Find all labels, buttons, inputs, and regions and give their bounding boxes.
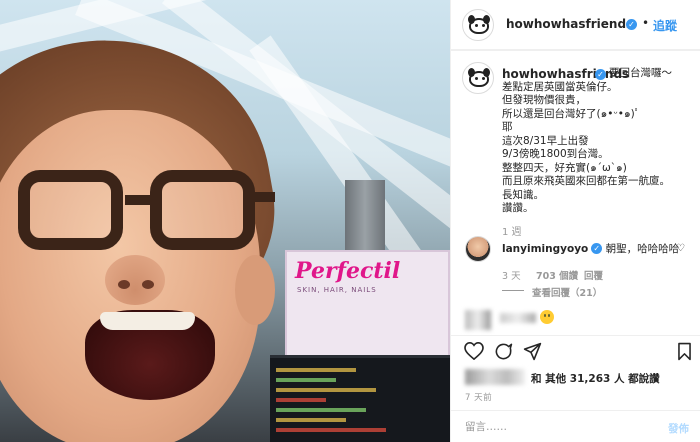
advert-banner: Perfectil SKIN, HAIR, NAILS [285,250,450,365]
dog-logo-icon [468,15,490,34]
nostril [142,280,154,289]
caption-line: 讚讚。 [502,202,534,214]
blurred-comment-text [500,313,536,323]
caption-line: 差點定居英國當英倫仔。 [502,80,618,93]
caption-line: 整整四天，好充實(๑´ω`๑) [502,161,627,174]
banner-subtitle: SKIN, HAIR, NAILS [297,286,377,294]
post-comment-button[interactable]: 發佈 [668,421,689,436]
share-icon[interactable] [523,342,542,361]
verified-badge-icon: ✓ [591,243,603,254]
commenter-avatar[interactable] [465,236,491,262]
caption-line: 這次8/31早上出發 [502,134,589,147]
verified-badge-icon: ✓ [626,19,637,30]
nostril [118,280,130,289]
likes-count[interactable]: 和 其他 31,263 人 都說讚 [531,371,660,386]
comment-reply-button[interactable]: 回覆 [584,268,603,282]
dog-logo-icon [468,68,490,87]
comment-text: 朝聖，哈哈哈哈 [602,243,680,255]
board-row [276,378,336,382]
board-row [276,368,356,372]
board-row [276,408,366,412]
board-row [276,398,326,402]
caption-line: 但發現物價很貴， [502,94,586,106]
glasses-bridge [125,195,155,205]
commenter-username[interactable]: lanyimingyoyo [502,243,588,255]
glasses-right-lens [150,170,255,250]
board-row [276,418,346,422]
comment-input[interactable] [465,418,655,436]
header-divider [450,50,700,51]
comment-likes[interactable]: 703 個讚 [536,268,578,282]
comment-icon[interactable] [494,342,513,361]
caption-timestamp[interactable]: 1 週 [502,223,522,238]
smile-emoji-icon [540,310,554,324]
view-replies-button[interactable]: 查看回覆（21） [532,285,602,299]
post-photo[interactable]: Perfectil SKIN, HAIR, NAILS [0,0,450,442]
view-replies-line [502,290,524,291]
author-avatar[interactable] [462,9,494,41]
caption-line: 而且原來飛英國來回都在第一航廈。 [502,175,670,187]
action-bar-divider [450,335,700,336]
caption-line: 耶 [502,121,513,133]
nose [105,255,165,305]
board-row [276,388,376,392]
bookmark-icon[interactable] [677,342,692,361]
blurred-liker-avatars [465,369,525,385]
glasses-left-lens [18,170,123,250]
departure-board [270,355,450,442]
separator-dot: • [642,16,650,30]
caption-avatar[interactable] [462,62,494,94]
post-timestamp[interactable]: 7 天前 [465,391,492,403]
author-username[interactable]: howhowhasfriends [506,17,633,31]
follow-button[interactable]: 追蹤 [653,17,677,34]
comment-time[interactable]: 3 天 [502,268,521,282]
board-row [276,428,386,432]
blurred-commenter-avatar [465,310,491,330]
comment-like-heart-icon[interactable]: ♡ [676,243,685,254]
ear [235,255,275,325]
caption-line: 長知識。 [502,188,544,201]
comment-box-divider [450,410,700,411]
heart-icon[interactable] [464,342,484,360]
caption-line: 所以還是回台灣好了(๑•ᵕ•๑)ﾟ [502,107,641,120]
caption-line: 9/3傍晚1800到台灣。 [502,148,609,160]
banner-title: Perfectil [295,258,401,284]
comment-body: lanyimingyoyo ✓ 朝聖，哈哈哈哈 [502,241,679,256]
teeth [100,312,195,330]
caption-line: 要回台灣囉～ [609,67,672,79]
glasses-temple [255,192,275,202]
caption-text: 要回台灣囉～ 差點定居英國當英倫仔。 但發現物價很貴， 所以還是回台灣好了(๑•… [502,67,694,216]
